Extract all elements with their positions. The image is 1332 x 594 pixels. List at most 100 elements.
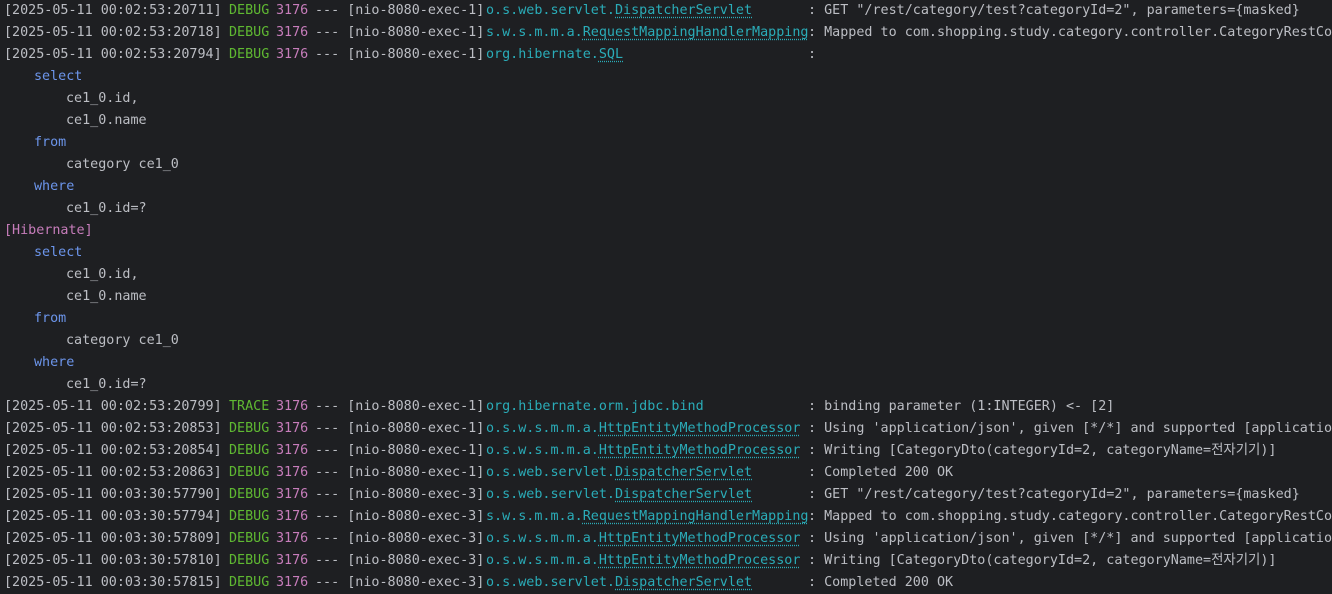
log-message: : Using 'application/json', given [*/*] … (808, 421, 1332, 436)
log-message: : GET "/rest/category/test?categoryId=2"… (808, 3, 1300, 18)
log-line: [2025-05-11 00:02:53:20863] DEBUG 3176 -… (4, 462, 953, 484)
log-thread: --- [nio-8080-exec-3] (315, 487, 485, 502)
log-thread: --- [nio-8080-exec-1] (315, 443, 485, 458)
sql-keyword-where: where (34, 355, 75, 370)
console-output[interactable]: [2025-05-11 00:02:53:20711] DEBUG 3176 -… (0, 0, 1332, 594)
log-pid: 3176 (276, 47, 309, 62)
sql-line: where (4, 176, 74, 198)
log-timestamp: [2025-05-11 00:03:30:57790] (4, 487, 222, 502)
log-level: DEBUG (229, 465, 270, 480)
log-line: [2025-05-11 00:02:53:20794] DEBUG 3176 -… (4, 44, 816, 66)
log-line: [2025-05-11 00:03:30:57815] DEBUG 3176 -… (4, 572, 953, 594)
logger-class-link[interactable]: HttpEntityMethodProcessor (599, 553, 801, 568)
sql-line: ce1_0.id=? (4, 198, 147, 220)
sql-table: category ce1_0 (66, 333, 179, 348)
log-pid: 3176 (276, 465, 309, 480)
log-line: [2025-05-11 00:02:53:20854] DEBUG 3176 -… (4, 440, 1277, 462)
logger-package: o.s.web.servlet. (486, 575, 615, 590)
sql-line: where (4, 352, 74, 374)
log-logger: o.s.w.s.m.m.a.HttpEntityMethodProcessor (486, 528, 800, 550)
log-thread: --- [nio-8080-exec-1] (315, 465, 485, 480)
sql-line: ce1_0.name (4, 286, 147, 308)
sql-table: category ce1_0 (66, 157, 179, 172)
log-logger: s.w.s.m.m.a.RequestMappingHandlerMapping (486, 506, 808, 528)
log-level: DEBUG (229, 531, 270, 546)
log-message: : Using 'application/json', given [*/*] … (808, 531, 1332, 546)
logger-package: o.s.w.s.m.m.a. (486, 553, 599, 568)
logger-class-link[interactable]: DispatcherServlet (615, 487, 752, 502)
log-thread: --- [nio-8080-exec-1] (315, 421, 485, 436)
log-timestamp: [2025-05-11 00:02:53:20853] (4, 421, 222, 436)
logger-class-link[interactable]: DispatcherServlet (615, 3, 752, 18)
logger-package: o.s.web.servlet. (486, 465, 615, 480)
log-timestamp: [2025-05-11 00:02:53:20794] (4, 47, 222, 62)
log-pid: 3176 (276, 575, 309, 590)
log-logger: o.s.web.servlet.DispatcherServlet (486, 462, 752, 484)
log-line: [2025-05-11 00:02:53:20799] TRACE 3176 -… (4, 396, 1114, 418)
log-timestamp: [2025-05-11 00:02:53:20718] (4, 25, 222, 40)
log-logger: o.s.web.servlet.DispatcherServlet (486, 0, 752, 22)
logger-class-link[interactable]: SQL (599, 47, 623, 62)
log-timestamp: [2025-05-11 00:02:53:20799] (4, 399, 222, 414)
logger-class-link[interactable]: HttpEntityMethodProcessor (599, 421, 801, 436)
log-message: : Writing [CategoryDto(categoryId=2, cat… (808, 443, 1277, 458)
sql-condition: ce1_0.id=? (66, 201, 147, 216)
logger-class-link[interactable]: RequestMappingHandlerMapping (583, 509, 809, 524)
log-level: TRACE (229, 399, 270, 414)
sql-column: ce1_0.id, (66, 267, 139, 282)
log-level: DEBUG (229, 553, 270, 568)
logger-package: o.s.web.servlet. (486, 3, 615, 18)
log-line: [2025-05-11 00:03:30:57809] DEBUG 3176 -… (4, 528, 1332, 550)
logger-class-link[interactable]: RequestMappingHandlerMapping (583, 25, 809, 40)
log-pid: 3176 (276, 399, 309, 414)
log-pid: 3176 (276, 443, 309, 458)
log-line: [2025-05-11 00:03:30:57810] DEBUG 3176 -… (4, 550, 1277, 572)
sql-keyword-from: from (34, 135, 67, 150)
log-line: [2025-05-11 00:02:53:20853] DEBUG 3176 -… (4, 418, 1332, 440)
log-message: : binding parameter (1:INTEGER) <- [2] (808, 399, 1115, 414)
sql-line: ce1_0.name (4, 110, 147, 132)
log-pid: 3176 (276, 421, 309, 436)
logger-class-link[interactable]: DispatcherServlet (615, 575, 752, 590)
logger-class-link[interactable]: HttpEntityMethodProcessor (599, 531, 801, 546)
sql-line: category ce1_0 (4, 154, 179, 176)
log-message: : Completed 200 OK (808, 465, 954, 480)
log-level: DEBUG (229, 25, 270, 40)
sql-line: from (4, 308, 66, 330)
log-line: [2025-05-11 00:02:53:20711] DEBUG 3176 -… (4, 0, 1300, 22)
sql-line: select (4, 242, 82, 264)
sql-line: category ce1_0 (4, 330, 179, 352)
log-line: [2025-05-11 00:02:53:20718] DEBUG 3176 -… (4, 22, 1332, 44)
sql-line: ce1_0.id=? (4, 374, 147, 396)
logger-package: s.w.s.m.m.a. (486, 509, 583, 524)
log-level: DEBUG (229, 509, 270, 524)
sql-line: from (4, 132, 66, 154)
log-timestamp: [2025-05-11 00:03:30:57809] (4, 531, 222, 546)
log-pid: 3176 (276, 487, 309, 502)
sql-keyword-where: where (34, 179, 75, 194)
log-level: DEBUG (229, 487, 270, 502)
log-line: [2025-05-11 00:03:30:57794] DEBUG 3176 -… (4, 506, 1332, 528)
sql-condition: ce1_0.id=? (66, 377, 147, 392)
log-level: DEBUG (229, 421, 270, 436)
sql-line: select (4, 66, 82, 88)
log-timestamp: [2025-05-11 00:03:30:57794] (4, 509, 222, 524)
log-message: : Mapped to com.shopping.study.category.… (808, 25, 1332, 40)
log-line: [2025-05-11 00:03:30:57790] DEBUG 3176 -… (4, 484, 1300, 506)
logger-class-link[interactable]: DispatcherServlet (615, 465, 752, 480)
log-logger: o.s.web.servlet.DispatcherServlet (486, 484, 752, 506)
log-logger: o.s.web.servlet.DispatcherServlet (486, 572, 752, 594)
log-timestamp: [2025-05-11 00:02:53:20863] (4, 465, 222, 480)
log-thread: --- [nio-8080-exec-3] (315, 553, 485, 568)
log-thread: --- [nio-8080-exec-1] (315, 399, 485, 414)
log-logger: org.hibernate.orm.jdbc.bind (486, 396, 704, 418)
logger-class-link[interactable]: HttpEntityMethodProcessor (599, 443, 801, 458)
hibernate-tag: [Hibernate] (4, 223, 93, 238)
log-message: : Writing [CategoryDto(categoryId=2, cat… (808, 553, 1277, 568)
log-pid: 3176 (276, 553, 309, 568)
log-pid: 3176 (276, 531, 309, 546)
log-timestamp: [2025-05-11 00:02:53:20854] (4, 443, 222, 458)
hibernate-line: [Hibernate] (4, 220, 93, 242)
logger-package: org.hibernate.orm.jdbc.bind (486, 399, 704, 414)
log-pid: 3176 (276, 25, 309, 40)
